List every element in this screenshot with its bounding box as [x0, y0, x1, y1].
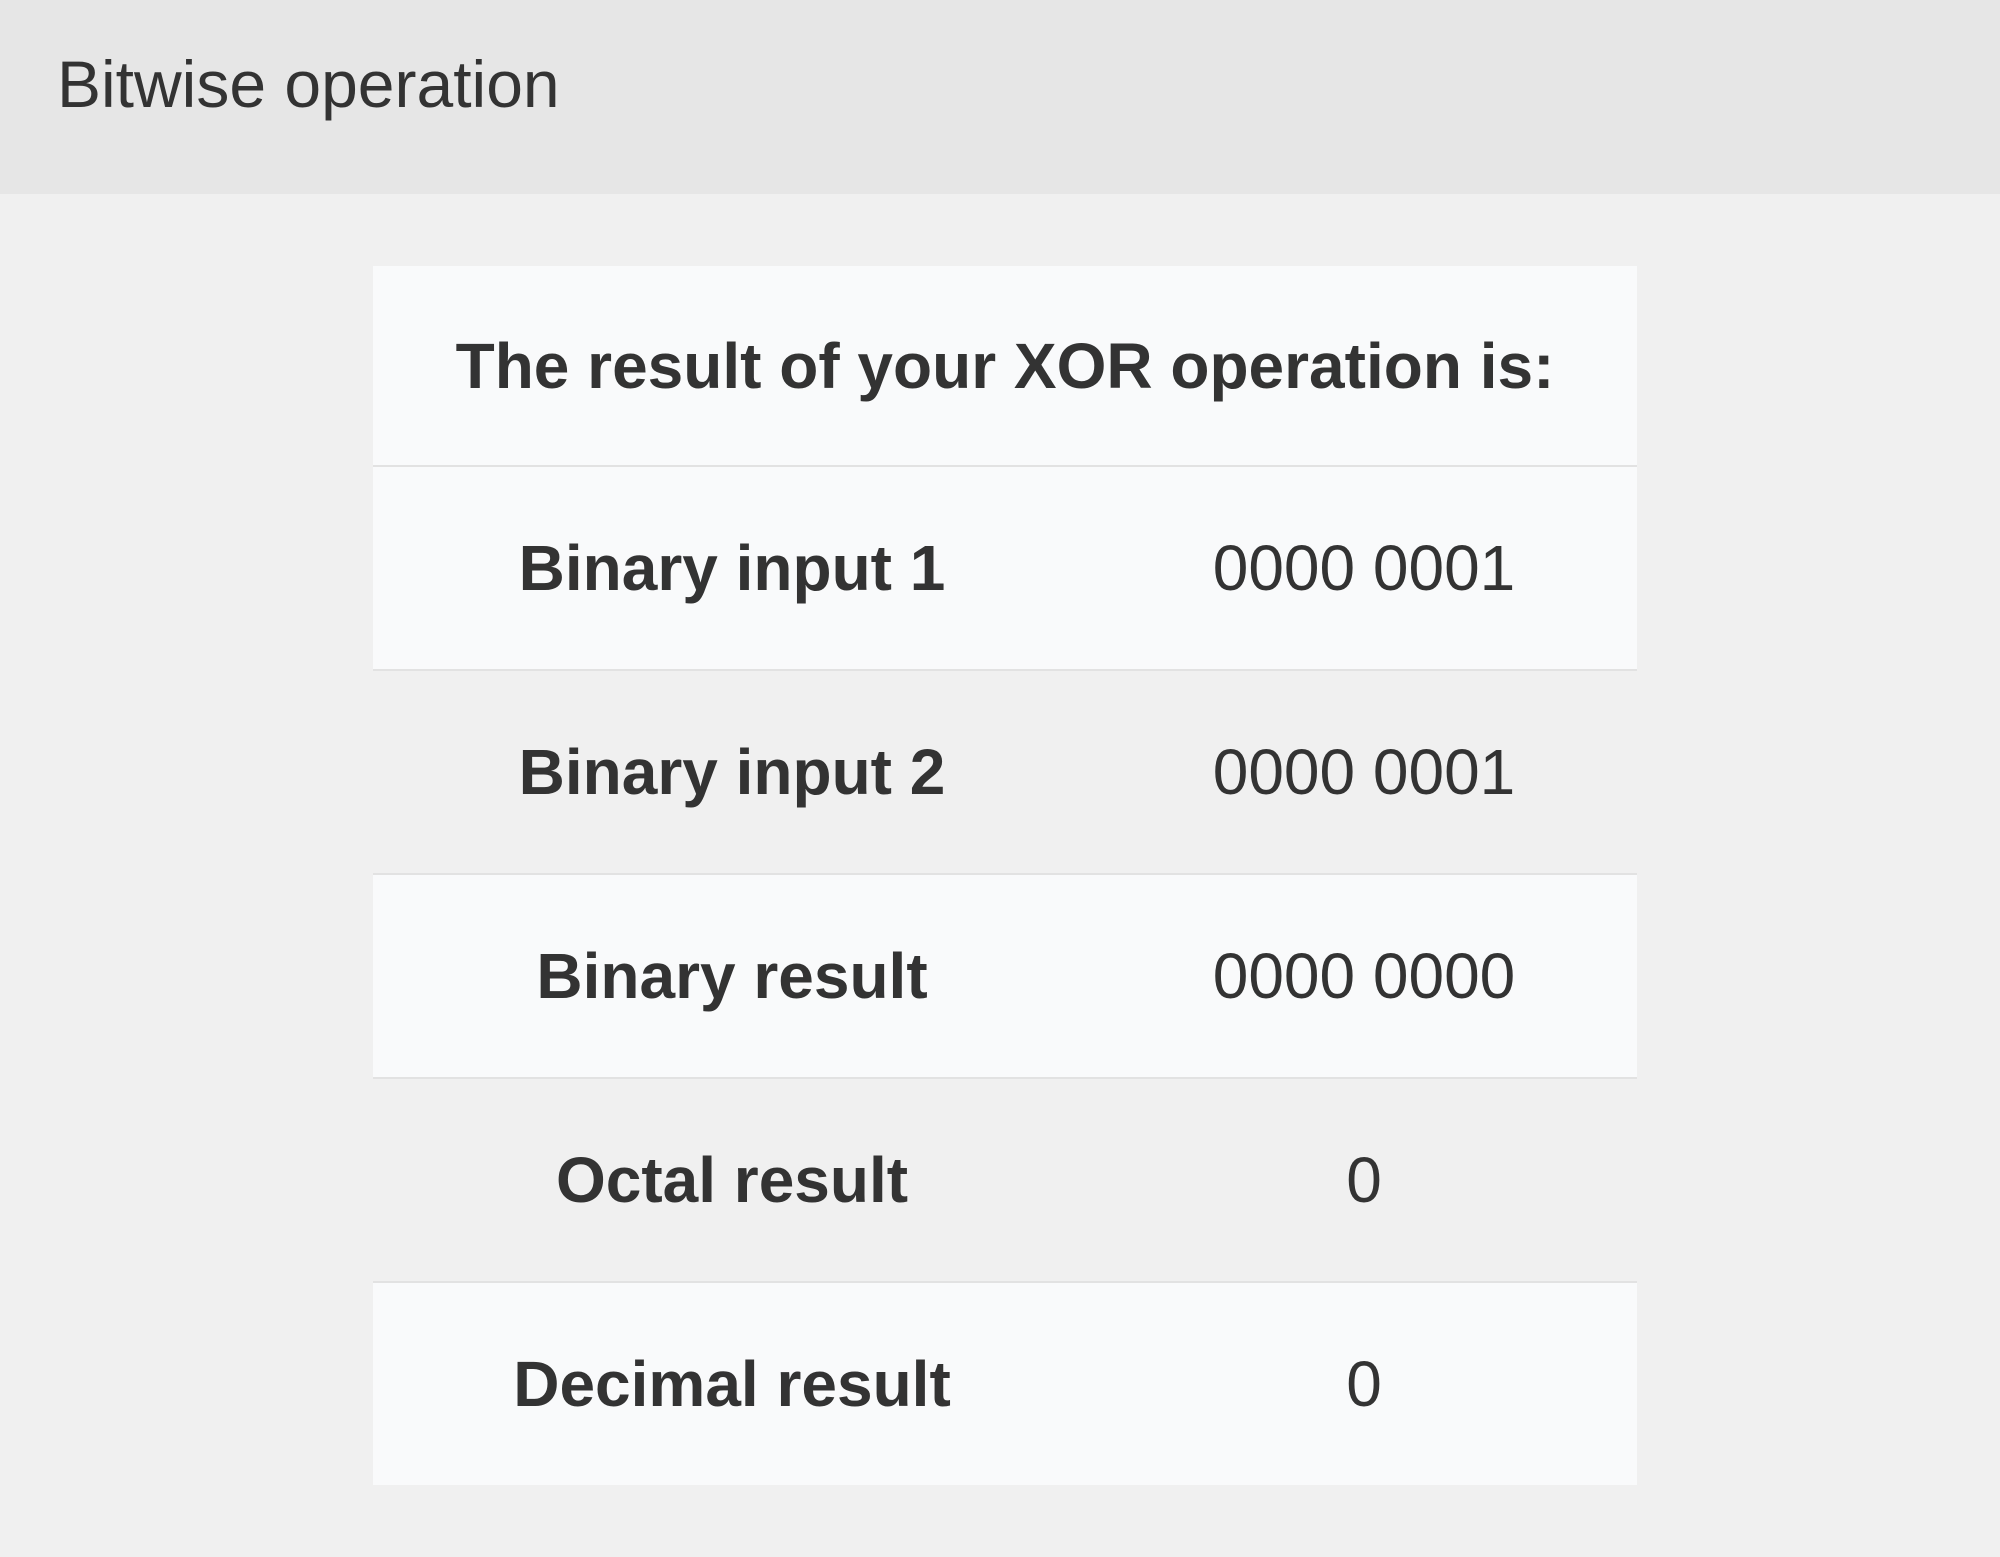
app-header: Bitwise operation [0, 0, 2000, 194]
table-row-decimal-result: Decimal result 0 [373, 1283, 1637, 1485]
row-value: 0000 0001 [1212, 736, 1516, 808]
table-row-binary-input-2: Binary input 2 0000 0001 [373, 671, 1637, 875]
row-value: 0 [1346, 1144, 1382, 1216]
page-title: Bitwise operation [57, 47, 560, 121]
row-value: 0 [1346, 1348, 1382, 1420]
result-caption: The result of your XOR operation is: [373, 266, 1637, 467]
row-value: 0000 0001 [1212, 532, 1516, 604]
table-row-binary-result: Binary result 0000 0000 [373, 875, 1637, 1079]
row-label: Decimal result [513, 1348, 951, 1420]
row-label: Binary result [536, 940, 928, 1012]
table-row-binary-input-1: Binary input 1 0000 0001 [373, 467, 1637, 671]
row-label: Binary input 1 [518, 532, 946, 604]
row-value: 0000 0000 [1212, 940, 1516, 1012]
row-label: Binary input 2 [518, 736, 946, 808]
result-table: The result of your XOR operation is: Bin… [373, 266, 1637, 1485]
row-label: Octal result [555, 1144, 909, 1216]
table-row-octal-result: Octal result 0 [373, 1079, 1637, 1283]
